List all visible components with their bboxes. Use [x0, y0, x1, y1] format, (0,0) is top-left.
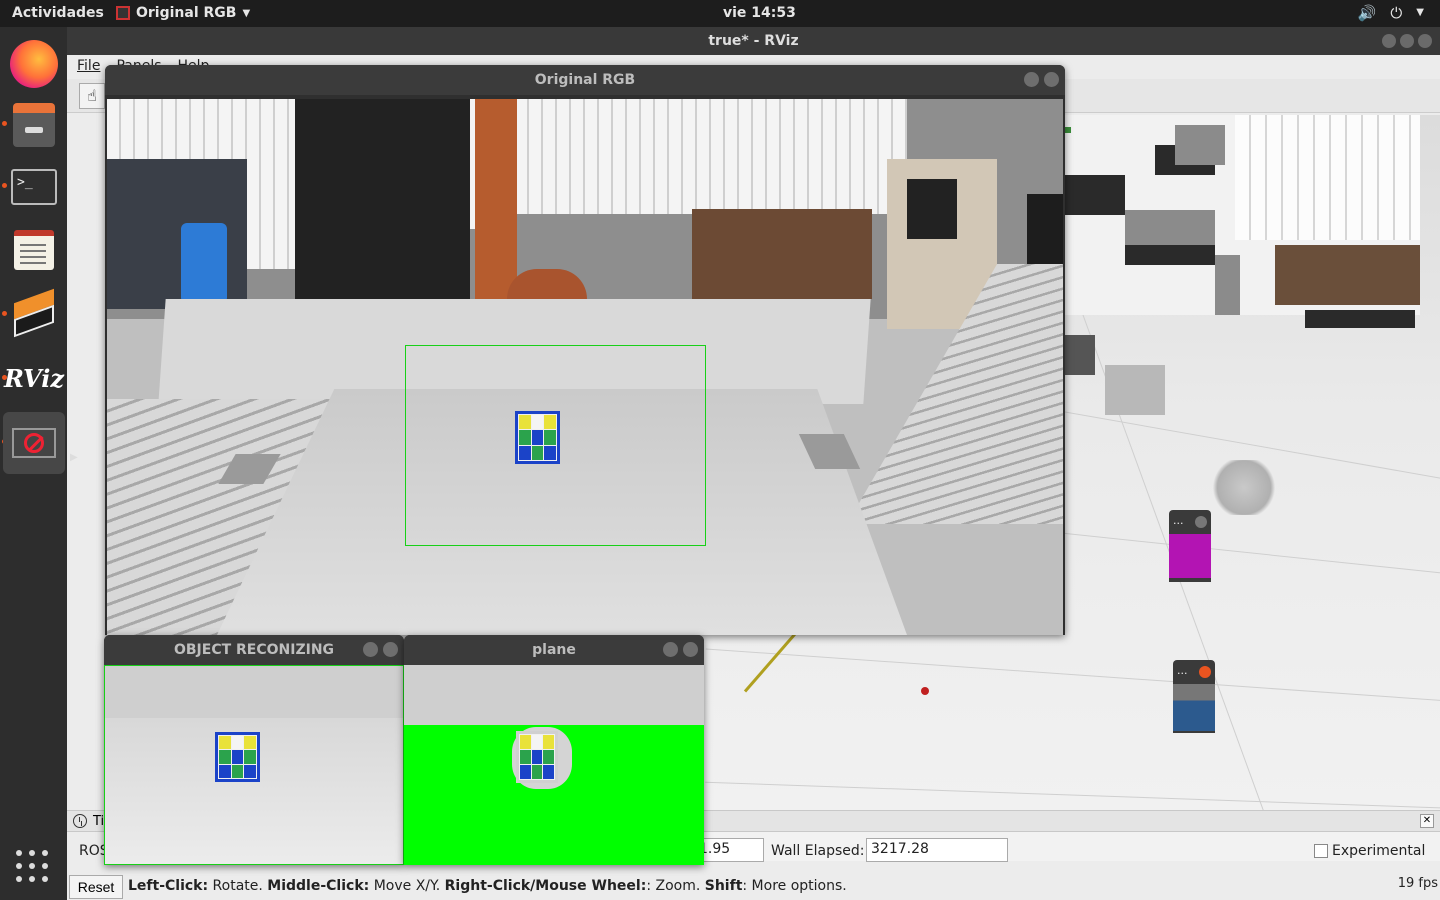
plane-window[interactable]: plane [404, 635, 704, 865]
menu-file[interactable]: File [77, 58, 100, 76]
close-icon[interactable] [683, 642, 698, 657]
fps-counter: 19 fps [1397, 876, 1438, 891]
stack-icon [11, 288, 57, 338]
water-bottle [181, 223, 227, 301]
activities-button[interactable]: Actividades [12, 5, 104, 21]
top-bar: Actividades Original RGB ▼ vie 14:53 🔊 ⏻… [0, 0, 1440, 27]
rubiks-cube [516, 731, 558, 783]
axis-origin [921, 687, 929, 695]
window-titlebar[interactable]: Original RGB [105, 65, 1065, 95]
chevron-down-icon: ▼ [242, 7, 251, 19]
experimental-checkbox[interactable] [1314, 844, 1328, 858]
show-apps-icon[interactable] [16, 850, 50, 884]
power-icon[interactable]: ⏻ [1390, 4, 1402, 22]
close-icon[interactable]: ✕ [1420, 814, 1434, 828]
plane-image [404, 665, 704, 865]
app-menu-label: Original RGB [136, 5, 237, 21]
person [295, 99, 470, 299]
volume-icon[interactable]: 🔊 [1358, 4, 1377, 22]
wall-elapsed-field[interactable]: 3217.28 [866, 838, 1008, 862]
dock: >_ RViz [0, 27, 67, 900]
rubiks-cube [215, 732, 260, 782]
minimize-icon[interactable] [663, 642, 678, 657]
mouse-help-text: Left-Click: Rotate. Middle-Click: Move X… [128, 878, 847, 894]
camera-image [107, 99, 1063, 635]
mini-window-dots: ... [1173, 514, 1184, 527]
terminal-launcher[interactable]: >_ [3, 156, 65, 218]
text-editor-icon [14, 230, 54, 270]
point-cloud [1065, 115, 1425, 435]
close-icon[interactable] [1418, 34, 1432, 48]
recognition-image [104, 665, 404, 865]
clock-icon [73, 814, 87, 828]
close-icon[interactable] [1195, 516, 1207, 528]
system-tray[interactable]: 🔊 ⏻ ▼ [1358, 4, 1424, 22]
time-panel-title: Ti [93, 813, 105, 829]
status-bar: Reset Left-Click: Rotate. Middle-Click: … [67, 873, 1440, 900]
rubiks-cube [515, 411, 560, 464]
close-icon[interactable] [1044, 72, 1059, 87]
minimize-icon[interactable] [1382, 34, 1396, 48]
window-title: OBJECT RECONIZING [173, 642, 335, 658]
stop-app-launcher[interactable] [3, 412, 65, 474]
mini-window-dots: ... [1177, 664, 1188, 677]
maximize-icon[interactable] [1400, 34, 1414, 48]
text-editor-launcher[interactable] [3, 219, 65, 281]
ros-elapsed-field[interactable]: 1.95 [694, 838, 764, 862]
app-icon [116, 6, 130, 20]
clock[interactable]: vie 14:53 [723, 5, 796, 21]
firefox-icon [10, 40, 58, 88]
reset-button[interactable]: Reset [69, 875, 123, 899]
window-titlebar[interactable]: plane [404, 635, 704, 665]
wall-elapsed-label: Wall Elapsed: [771, 843, 865, 859]
files-icon [13, 103, 55, 147]
files-launcher[interactable] [3, 94, 65, 156]
chevron-right-icon[interactable]: ▶ [70, 452, 78, 463]
rviz-launcher[interactable]: RViz [3, 347, 65, 409]
point-cloud-blob [1209, 460, 1279, 515]
mini-window-image [1169, 534, 1211, 578]
terminal-icon: >_ [11, 169, 57, 205]
app-menu[interactable]: Original RGB ▼ [116, 5, 250, 21]
rviz-titlebar[interactable]: true* - RViz [67, 27, 1440, 55]
close-icon[interactable] [383, 642, 398, 657]
original-rgb-window[interactable]: Original RGB [105, 65, 1065, 635]
mini-window-image [1173, 684, 1215, 731]
mini-window-purple[interactable]: ... [1169, 510, 1211, 582]
minimize-icon[interactable] [363, 642, 378, 657]
mini-window-cube[interactable]: ... [1173, 660, 1215, 733]
window-title: plane [532, 642, 576, 658]
window-title: Original RGB [534, 72, 636, 88]
stack-launcher[interactable] [3, 283, 65, 345]
grid-line [705, 648, 1440, 703]
robot-arm [475, 99, 517, 299]
window-titlebar[interactable]: OBJECT RECONIZING [104, 635, 404, 665]
experimental-label: Experimental [1332, 843, 1426, 859]
minimize-icon[interactable] [1024, 72, 1039, 87]
interact-tool-button[interactable]: ☝ [79, 83, 105, 109]
grid-line [705, 781, 1440, 810]
stop-icon [12, 428, 56, 458]
object-recognizing-window[interactable]: OBJECT RECONIZING [104, 635, 404, 865]
window-title: true* - RViz [708, 33, 799, 49]
rviz-icon: RViz [3, 363, 65, 393]
chevron-down-icon[interactable]: ▼ [1416, 4, 1424, 22]
firefox-launcher[interactable] [3, 33, 65, 95]
close-icon[interactable] [1199, 666, 1211, 678]
